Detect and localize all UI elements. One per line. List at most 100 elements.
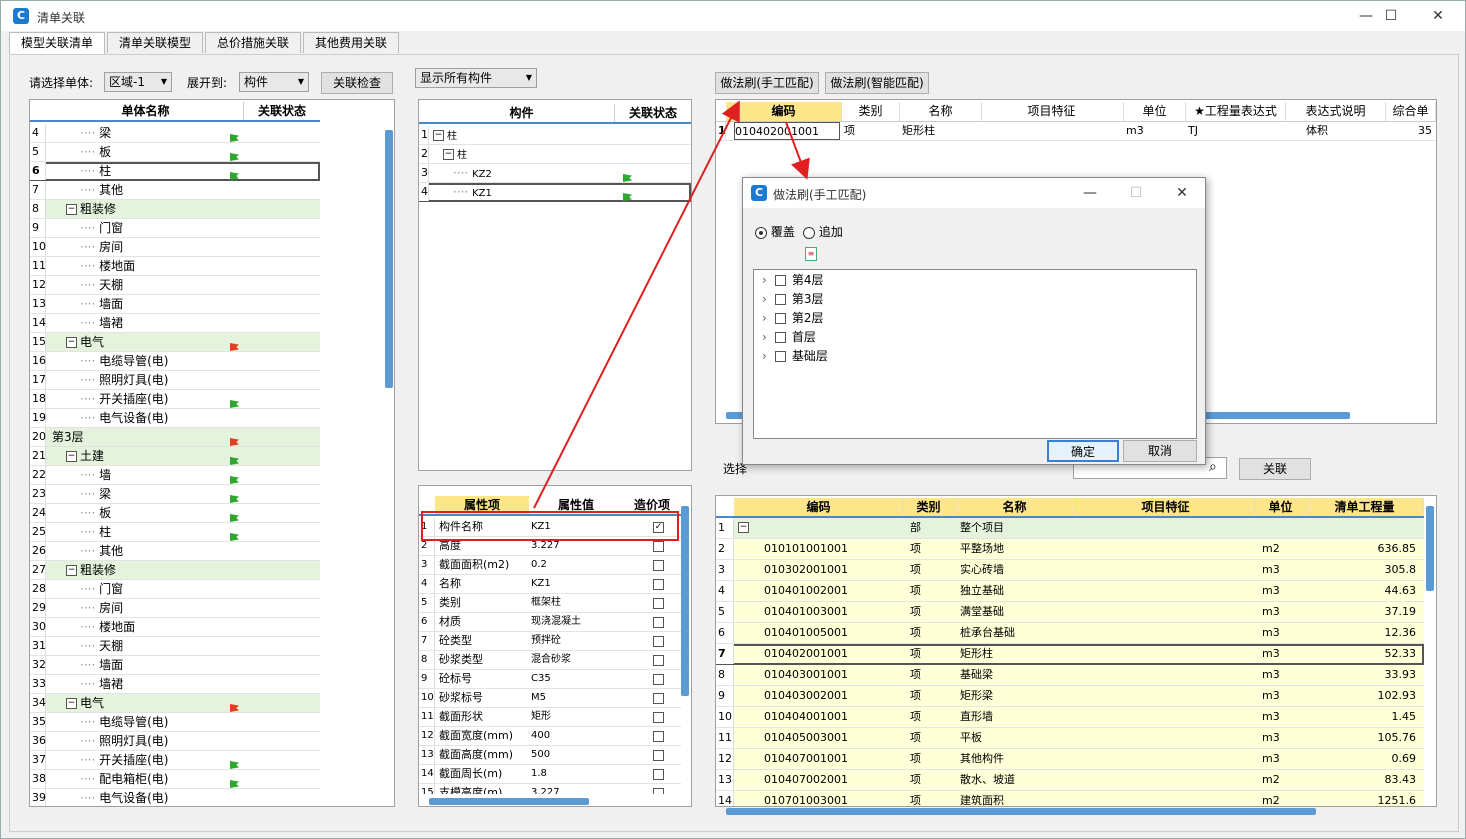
tree-node[interactable]: ···· 墙面	[76, 295, 244, 313]
tree-row[interactable]: 14 ···· 墙裙	[30, 314, 320, 333]
tree-row[interactable]: 21 − 土建	[30, 447, 320, 466]
bill-row[interactable]: 2 010101001001 项 平整场地 m2 636.85	[716, 539, 1424, 560]
tree-node[interactable]: ···· 电气设备(电)	[76, 789, 244, 806]
attr-value[interactable]: 3.227	[531, 784, 621, 794]
tree-node[interactable]: ···· 门窗	[76, 219, 244, 237]
tab-model-list[interactable]: 模型关联清单	[9, 32, 105, 54]
floor-checkbox[interactable]	[774, 332, 786, 343]
component-node[interactable]: ···· KZ2	[451, 164, 631, 182]
floor-node[interactable]: › 首层	[762, 328, 816, 347]
attr-value[interactable]: KZ1	[531, 575, 621, 593]
price-checkbox[interactable]	[653, 541, 664, 552]
tree-node[interactable]: − 粗装修	[62, 561, 244, 579]
bill-row[interactable]: 3 010302001001 项 实心砖墙 m3 305.8	[716, 560, 1424, 581]
tree-row[interactable]: 30 ···· 楼地面	[30, 618, 320, 637]
tree-node[interactable]: − 电气	[62, 333, 244, 351]
left-vertical-scrollbar[interactable]	[385, 130, 393, 388]
collapse-icon[interactable]: −	[66, 204, 77, 215]
tree-row[interactable]: 15 − 电气	[30, 333, 320, 352]
method-cell-name[interactable]: 矩形柱	[902, 122, 982, 140]
tree-row[interactable]: 38 ···· 配电箱柜(电)	[30, 770, 320, 789]
tree-row[interactable]: 12 ···· 天棚	[30, 276, 320, 295]
tree-node[interactable]: ···· 其他	[76, 181, 244, 199]
tree-row[interactable]: 13 ···· 墙面	[30, 295, 320, 314]
tree-node[interactable]: ···· 房间	[76, 238, 244, 256]
attr-value[interactable]: 400	[531, 727, 621, 745]
attr-horizontal-scrollbar[interactable]	[429, 798, 589, 805]
tree-row[interactable]: 16 ···· 电缆导管(电)	[30, 352, 320, 371]
dialog-close-button[interactable]: ✕	[1167, 183, 1197, 203]
tab-list-model[interactable]: 清单关联模型	[107, 32, 203, 53]
bill-row[interactable]: 14 010701003001 项 建筑面积 m2 1251.6	[716, 791, 1424, 806]
price-checkbox[interactable]	[653, 579, 664, 590]
component-filter-select[interactable]: 显示所有构件 ▼	[415, 68, 537, 88]
cancel-button[interactable]: 取消	[1123, 440, 1197, 462]
price-checkbox[interactable]	[653, 636, 664, 647]
maximize-button[interactable]: ☐	[1376, 6, 1406, 26]
tree-node[interactable]: ···· 配电箱柜(电)	[76, 770, 244, 788]
attr-value[interactable]: 现浇混凝土	[531, 613, 621, 631]
tree-node[interactable]: ···· 墙面	[76, 656, 244, 674]
tree-node[interactable]: ···· 照明灯具(电)	[76, 371, 244, 389]
tree-row[interactable]: 25 ···· 柱	[30, 523, 320, 542]
tree-row[interactable]: 7 ···· 其他	[30, 181, 320, 200]
price-checkbox[interactable]	[653, 693, 664, 704]
tree-row[interactable]: 20 第3层	[30, 428, 320, 447]
expand-select[interactable]: 构件 ▼	[239, 72, 309, 92]
tree-row[interactable]: 18 ···· 开关插座(电)	[30, 390, 320, 409]
tree-node[interactable]: ···· 板	[76, 143, 244, 161]
manual-match-brush-button[interactable]: 做法刷(手工匹配)	[715, 72, 819, 94]
tree-node[interactable]: ···· 梁	[76, 485, 244, 503]
component-node[interactable]: − 柱	[431, 126, 611, 144]
component-node[interactable]: ···· KZ1	[451, 183, 631, 201]
attribute-row[interactable]: 9 砼标号 C35	[419, 670, 681, 689]
document-icon[interactable]: ≡	[805, 247, 817, 261]
attr-value[interactable]: 1.8	[531, 765, 621, 783]
cover-radio[interactable]	[755, 226, 767, 239]
bill-horizontal-scrollbar[interactable]	[726, 808, 1316, 815]
bill-row[interactable]: 10 010404001001 项 直形墙 m3 1.45	[716, 707, 1424, 728]
tree-row[interactable]: 29 ···· 房间	[30, 599, 320, 618]
bill-vertical-scrollbar[interactable]	[1426, 506, 1434, 591]
bill-row[interactable]: 12 010407001001 项 其他构件 m3 0.69	[716, 749, 1424, 770]
smart-match-brush-button[interactable]: 做法刷(智能匹配)	[825, 72, 929, 94]
bill-row[interactable]: 9 010403002001 项 矩形梁 m3 102.93	[716, 686, 1424, 707]
attr-value[interactable]: 框架柱	[531, 594, 621, 612]
attr-value[interactable]: M5	[531, 689, 621, 707]
floor-node[interactable]: › 第4层	[762, 271, 823, 290]
tree-node[interactable]: ···· 柱	[76, 523, 244, 541]
tree-row[interactable]: 32 ···· 墙面	[30, 656, 320, 675]
tree-row[interactable]: 34 − 电气	[30, 694, 320, 713]
dialog-minimize-button[interactable]: —	[1075, 183, 1105, 203]
attribute-row[interactable]: 5 类别 框架柱	[419, 594, 681, 613]
tree-node[interactable]: ···· 照明灯具(电)	[76, 732, 244, 750]
method-cell-type[interactable]: 项	[844, 122, 900, 140]
tree-node[interactable]: ···· 开关插座(电)	[76, 390, 244, 408]
tree-row[interactable]: 19 ···· 电气设备(电)	[30, 409, 320, 428]
price-checkbox[interactable]	[653, 750, 664, 761]
attr-value[interactable]: 0.2	[531, 556, 621, 574]
method-cell-desc[interactable]: 体积	[1306, 122, 1396, 140]
tree-row[interactable]: 8 − 粗装修	[30, 200, 320, 219]
attribute-row[interactable]: 7 砼类型 预拌砼	[419, 632, 681, 651]
tree-node[interactable]: 第3层	[48, 428, 244, 446]
tree-node[interactable]: ···· 墙	[76, 466, 244, 484]
attr-value[interactable]: 混合砂浆	[531, 651, 621, 669]
bill-row[interactable]: 1− 部整个项目	[716, 518, 1424, 539]
component-row[interactable]: 4 ···· KZ1	[419, 183, 691, 202]
tree-node[interactable]: − 粗装修	[62, 200, 244, 218]
attribute-row[interactable]: 3 截面面积(m2) 0.2	[419, 556, 681, 575]
tree-node[interactable]: ···· 梁	[76, 124, 244, 142]
tree-node[interactable]: ···· 其他	[76, 542, 244, 560]
tree-node[interactable]: ···· 房间	[76, 599, 244, 617]
tree-node[interactable]: ···· 电气设备(电)	[76, 409, 244, 427]
price-checkbox[interactable]	[653, 655, 664, 666]
cover-radio-option[interactable]: 覆盖	[755, 223, 795, 240]
tree-row[interactable]: 35 ···· 电缆导管(电)	[30, 713, 320, 732]
floor-node[interactable]: › 第2层	[762, 309, 823, 328]
tree-row[interactable]: 4 ···· 梁	[30, 124, 320, 143]
bill-row[interactable]: 11 010405003001 项 平板 m3 105.76	[716, 728, 1424, 749]
tree-row[interactable]: 31 ···· 天棚	[30, 637, 320, 656]
tree-node[interactable]: ···· 天棚	[76, 276, 244, 294]
tab-other-fees[interactable]: 其他费用关联	[303, 32, 399, 53]
